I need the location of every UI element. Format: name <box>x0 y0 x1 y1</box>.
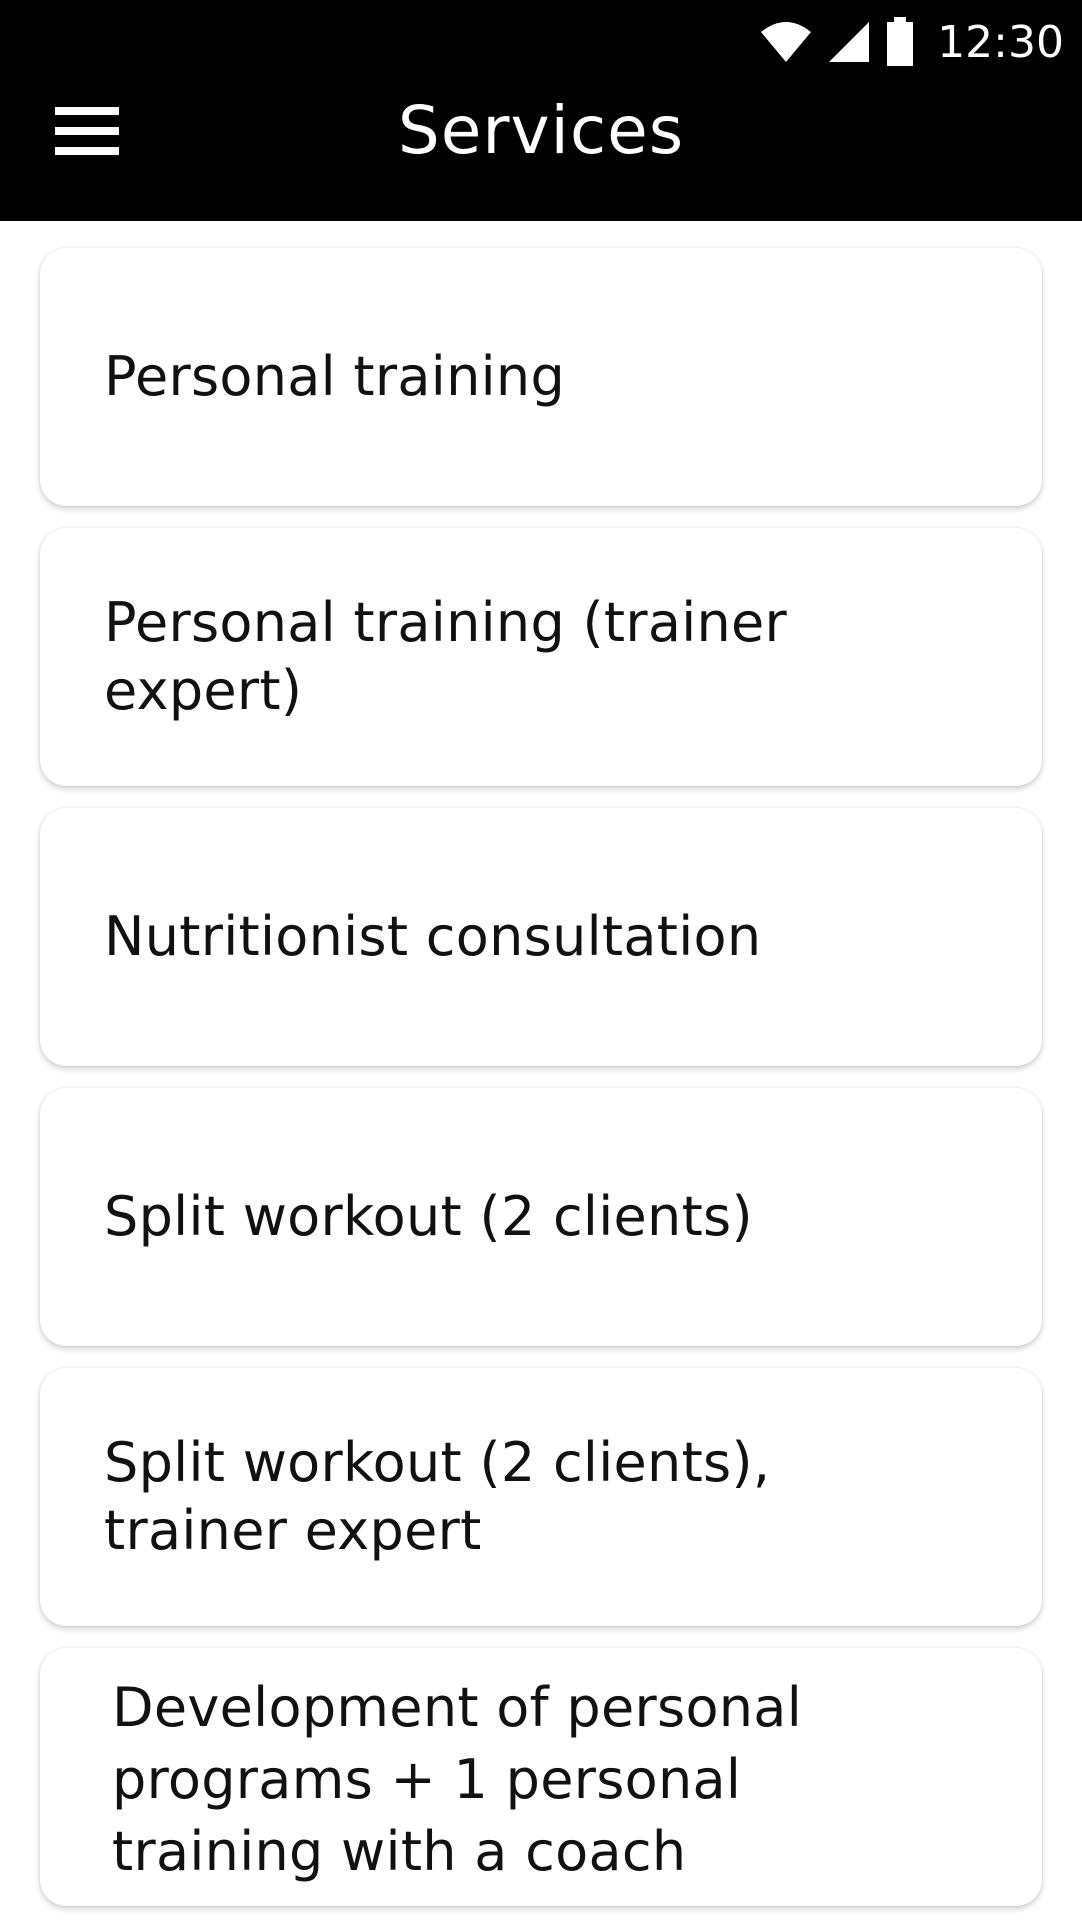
service-label: Split workout (2 clients), trainer exper… <box>104 1431 771 1562</box>
status-bar: 12:30 <box>759 14 1064 70</box>
status-time: 12:30 <box>937 16 1064 68</box>
service-card-personal-training[interactable]: Personal training <box>40 248 1042 506</box>
service-label: Nutritionist consultation <box>104 905 762 968</box>
service-label: Development of personal programs + 1 per… <box>112 1676 802 1883</box>
service-card-split-workout[interactable]: Split workout (2 clients) <box>40 1088 1042 1346</box>
service-label: Personal training (trainer expert) <box>104 591 788 722</box>
service-label: Personal training <box>104 345 566 408</box>
service-card-personal-programs[interactable]: Development of personal programs + 1 per… <box>40 1648 1042 1906</box>
page-title: Services <box>397 92 685 169</box>
signal-icon <box>827 20 871 64</box>
service-card-nutritionist-consultation[interactable]: Nutritionist consultation <box>40 808 1042 1066</box>
wifi-icon <box>759 20 813 64</box>
service-card-personal-training-expert[interactable]: Personal training (trainer expert) <box>40 528 1042 786</box>
service-card-split-workout-expert[interactable]: Split workout (2 clients), trainer exper… <box>40 1368 1042 1626</box>
service-label: Split workout (2 clients) <box>104 1185 753 1248</box>
app-bar: 12:30 Services <box>0 0 1082 221</box>
services-list: Personal training Personal training (tra… <box>40 248 1042 1928</box>
battery-icon <box>885 17 915 67</box>
